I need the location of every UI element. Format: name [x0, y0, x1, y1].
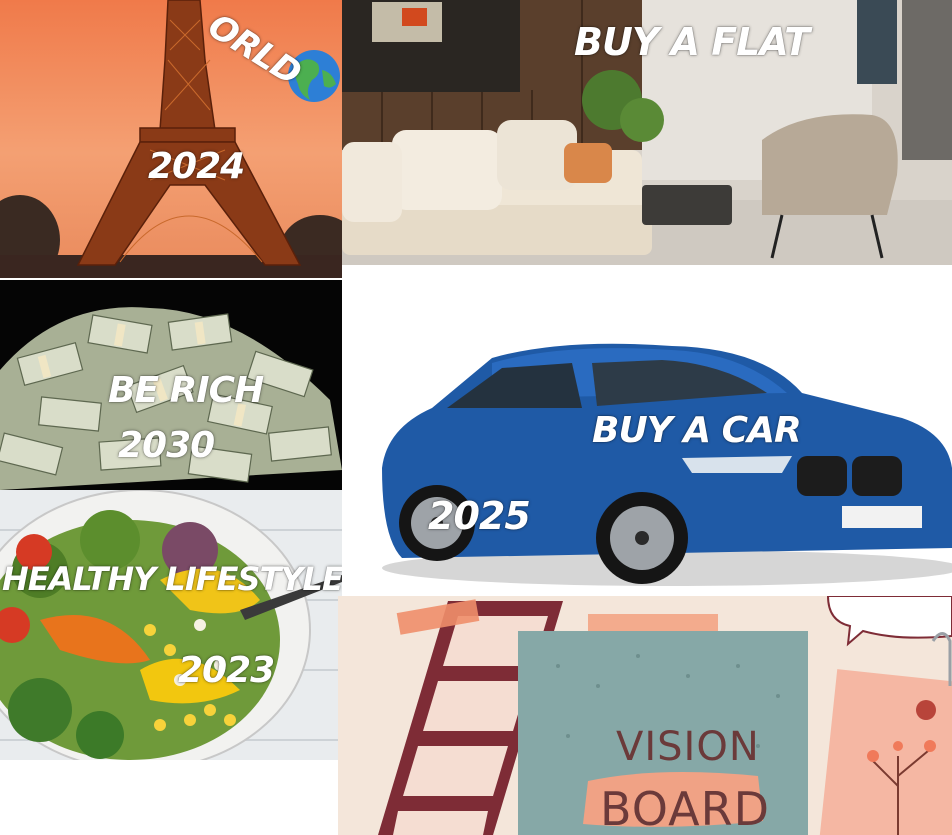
car-caption: BUY A CAR [592, 410, 802, 451]
vision-board-line1: VISION [616, 724, 760, 770]
flat-tile: BUY A FLAT [342, 0, 952, 265]
travel-year: 2024 [148, 146, 245, 187]
rich-year: 2030 [118, 425, 215, 466]
salad-bowl-photo [0, 490, 342, 760]
travel-tile: ORLD 2024 [0, 0, 342, 278]
vision-board-line2: BOARD [600, 782, 770, 835]
rich-caption: BE RICH [108, 370, 264, 411]
health-tile: HEALTHY LIFESTYLE 2023 [0, 490, 342, 760]
eiffel-tower-photo [0, 0, 342, 278]
health-caption: HEALTHY LIFESTYLE [2, 560, 342, 598]
flat-caption: BUY A FLAT [574, 20, 810, 64]
car-year: 2025 [428, 494, 531, 538]
car-tile: BUY A CAR 2025 [342, 268, 952, 593]
rich-tile: BE RICH 2030 [0, 280, 342, 490]
health-year: 2023 [178, 650, 275, 691]
vision-board-tile: VISION BOARD [338, 596, 952, 835]
